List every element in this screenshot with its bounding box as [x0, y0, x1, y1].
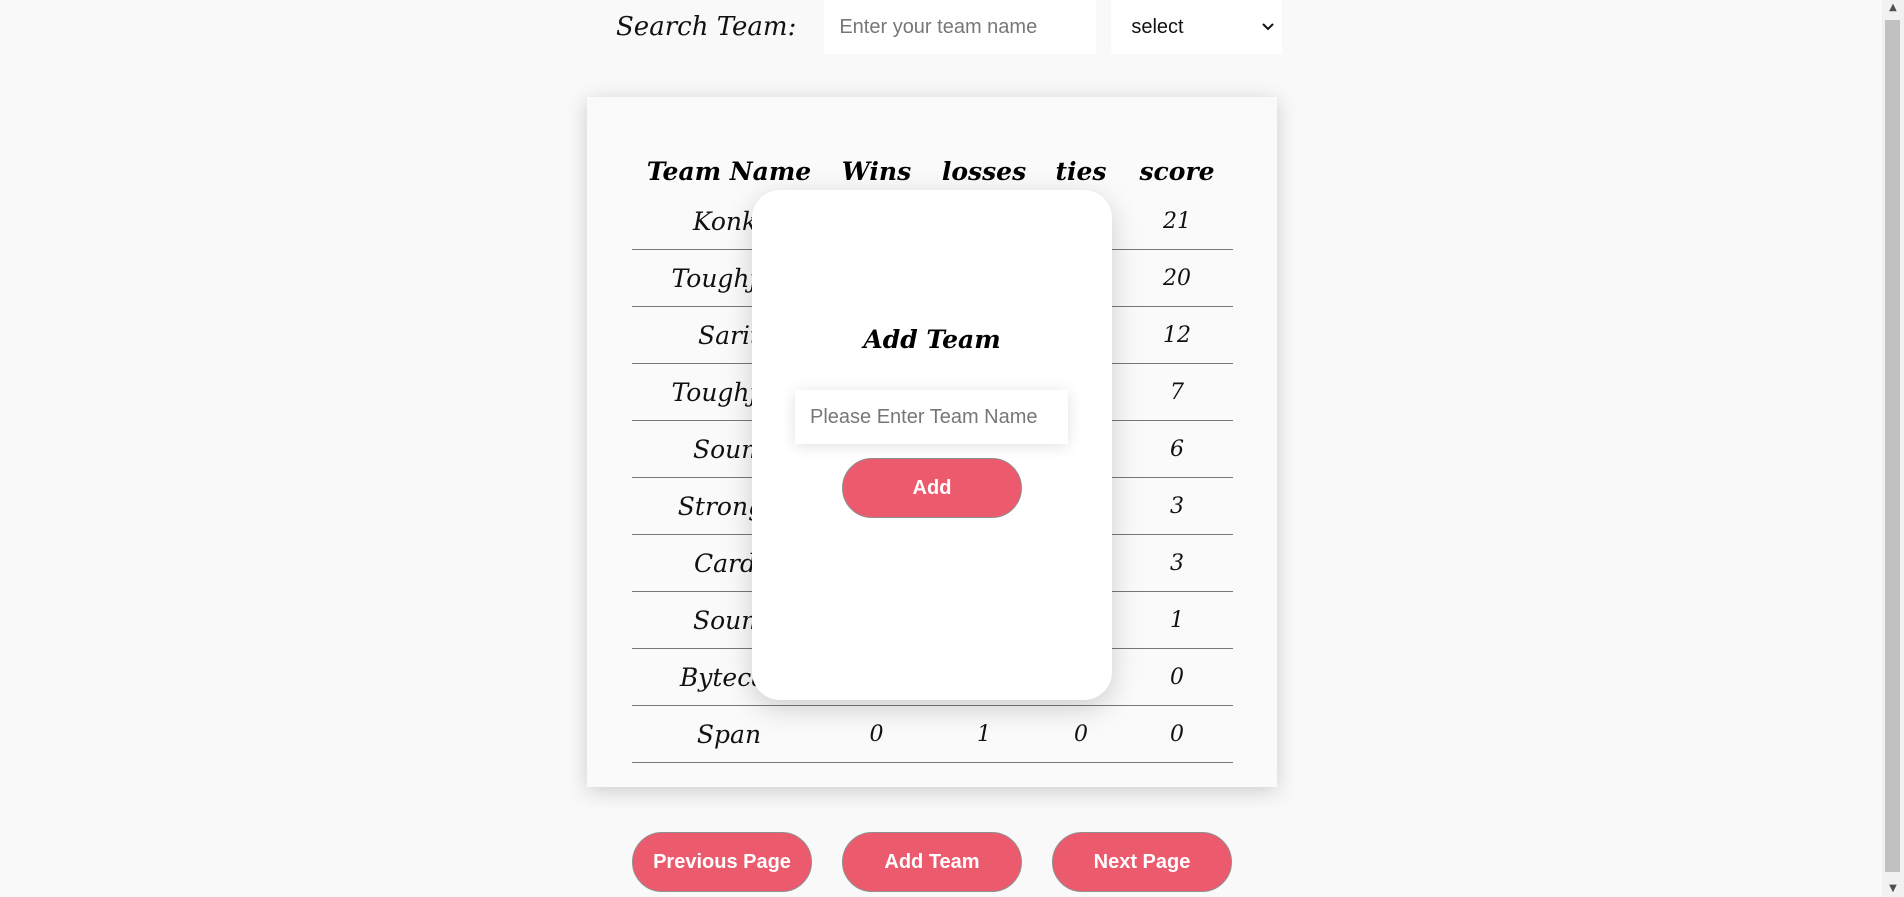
score-cell: 21 [1121, 193, 1233, 250]
score-cell: 1 [1121, 591, 1233, 649]
add-team-button[interactable]: Add Team [842, 832, 1022, 892]
table-header-row: Team Name Wins losses ties score [632, 149, 1233, 193]
team-name-input[interactable] [795, 390, 1068, 444]
team-select-value: select [1131, 15, 1184, 38]
modal-title: Add Team [863, 325, 1001, 354]
wins-cell: 0 [826, 705, 927, 763]
search-label: Search Team: [616, 12, 797, 42]
next-page-button[interactable]: Next Page [1052, 832, 1232, 892]
score-cell: 3 [1121, 534, 1233, 592]
header-losses: losses [941, 156, 1027, 186]
previous-page-button[interactable]: Previous Page [632, 832, 812, 892]
score-cell: 6 [1121, 420, 1233, 478]
header-ties: ties [1055, 156, 1107, 186]
search-bar: Search Team: select [616, 0, 1283, 54]
scroll-up-icon[interactable]: ▲ [1882, 0, 1904, 16]
score-cell: 7 [1121, 363, 1233, 421]
header-wins: Wins [841, 156, 912, 186]
header-team-name: Team Name [646, 156, 812, 186]
chevron-down-icon [1262, 23, 1275, 31]
header-score: score [1139, 156, 1215, 186]
score-cell: 20 [1121, 249, 1233, 307]
losses-cell: 1 [927, 705, 1041, 763]
score-cell: 0 [1121, 648, 1233, 706]
add-button[interactable]: Add [842, 458, 1022, 518]
table-row: Span 0 1 0 0 [632, 705, 1233, 763]
scrollbar-thumb[interactable] [1885, 20, 1900, 872]
scroll-down-icon[interactable]: ▼ [1882, 881, 1904, 897]
add-team-modal: Add Team Add [752, 190, 1112, 700]
score-cell: 0 [1121, 705, 1233, 763]
team-select[interactable]: select [1111, 0, 1283, 54]
scrollbar[interactable]: ▲ ▼ [1882, 0, 1904, 897]
score-cell: 12 [1121, 306, 1233, 364]
score-cell: 3 [1121, 477, 1233, 535]
ties-cell: 0 [1041, 705, 1121, 763]
team-name-cell: Span [632, 705, 826, 763]
search-input[interactable] [824, 0, 1097, 54]
